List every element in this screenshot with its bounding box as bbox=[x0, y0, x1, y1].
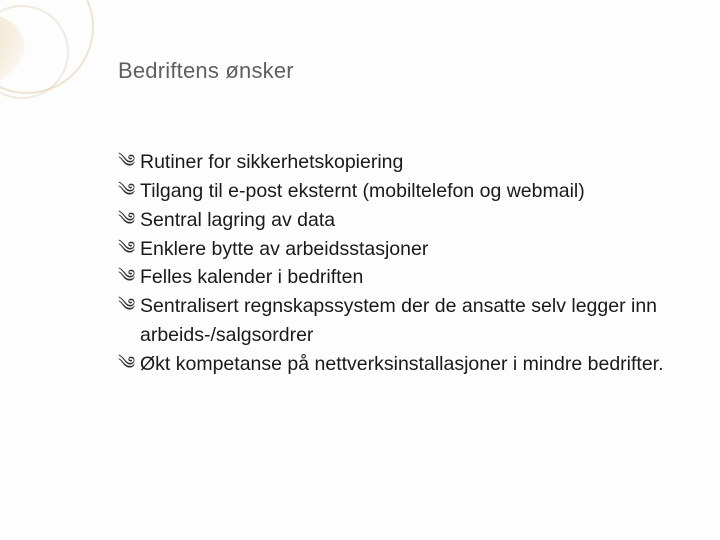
list-item-text: Tilgang til e-post eksternt (mobiltelefo… bbox=[140, 177, 680, 206]
slide: Bedriftens ønsker ༄ Rutiner for sikkerhe… bbox=[0, 0, 720, 540]
bullet-icon: ༄ bbox=[118, 206, 140, 234]
list-item: ༄ Enklere bytte av arbeidsstasjoner bbox=[118, 235, 680, 264]
list-item: ༄ Rutiner for sikkerhetskopiering bbox=[118, 148, 680, 177]
list-item: ༄ Felles kalender i bedriften bbox=[118, 263, 680, 292]
list-item-text: Økt kompetanse på nettverksinstallasjone… bbox=[140, 350, 680, 379]
list-item: ༄ Økt kompetanse på nettverksinstallasjo… bbox=[118, 350, 680, 379]
list-item: ༄ Tilgang til e-post eksternt (mobiltele… bbox=[118, 177, 680, 206]
list-item-text: Enklere bytte av arbeidsstasjoner bbox=[140, 235, 680, 264]
list-item-text: Felles kalender i bedriften bbox=[140, 263, 680, 292]
slide-title: Bedriftens ønsker bbox=[118, 58, 294, 84]
slide-body: ༄ Rutiner for sikkerhetskopiering ༄ Tilg… bbox=[118, 148, 680, 379]
bullet-icon: ༄ bbox=[118, 350, 140, 378]
list-item: ༄ Sentralisert regnskapssystem der de an… bbox=[118, 292, 680, 350]
list-item-text: Sentral lagring av data bbox=[140, 206, 680, 235]
bullet-icon: ༄ bbox=[118, 292, 140, 320]
list-item-text: Rutiner for sikkerhetskopiering bbox=[140, 148, 680, 177]
bullet-icon: ༄ bbox=[118, 235, 140, 263]
list-item: ༄ Sentral lagring av data bbox=[118, 206, 680, 235]
bullet-icon: ༄ bbox=[118, 148, 140, 176]
bullet-icon: ༄ bbox=[118, 263, 140, 291]
bullet-icon: ༄ bbox=[118, 177, 140, 205]
list-item-text: Sentralisert regnskapssystem der de ansa… bbox=[140, 292, 680, 350]
